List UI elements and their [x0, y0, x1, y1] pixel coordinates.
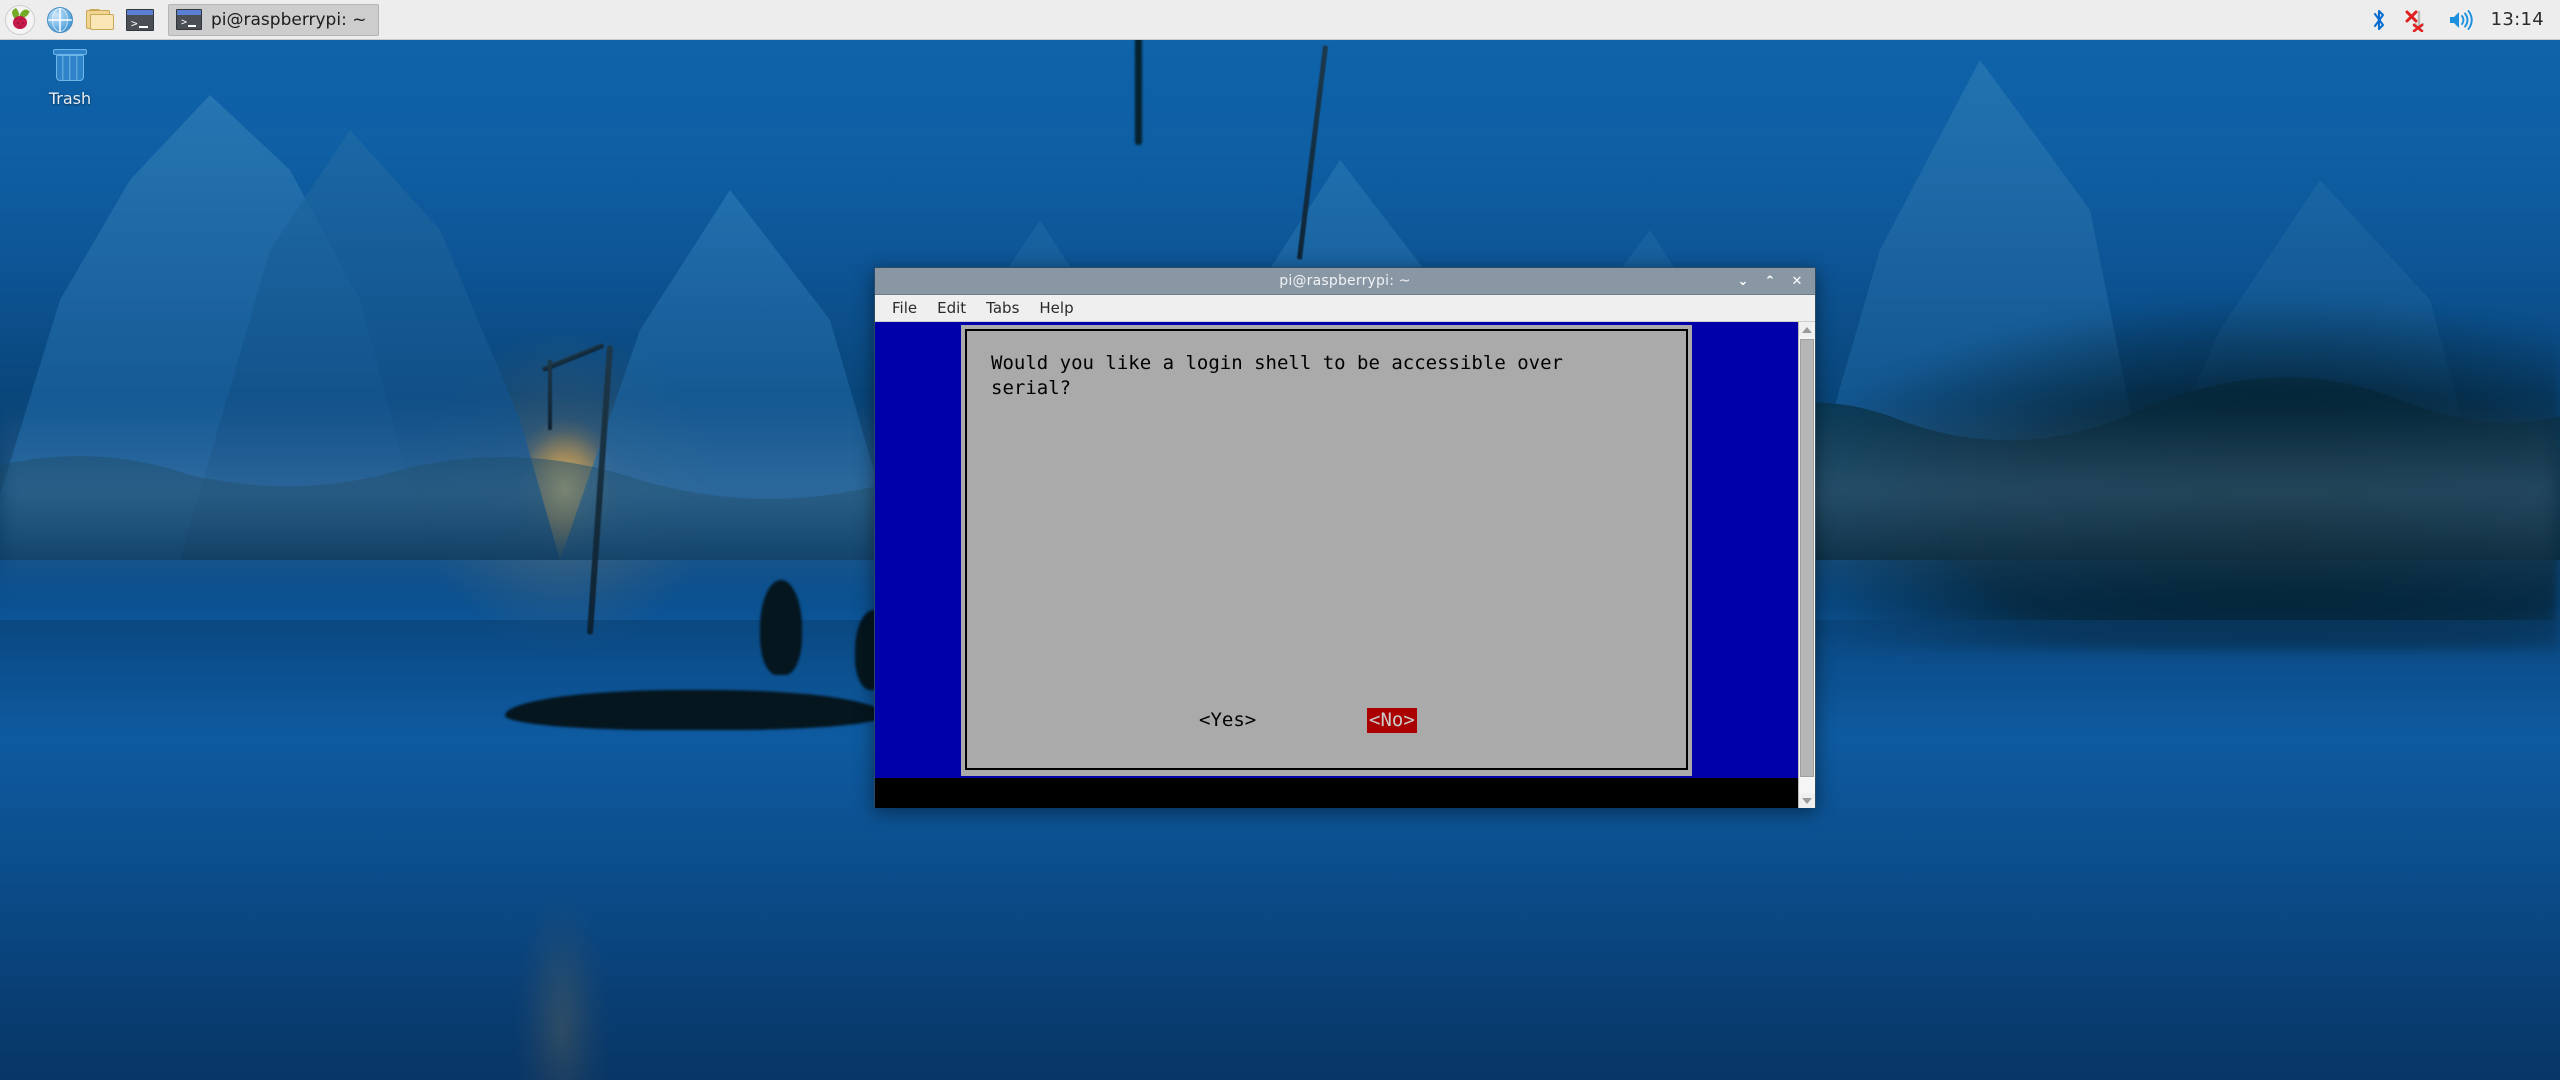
window-controls: ⌄ ⌃ ✕: [1736, 274, 1815, 288]
fisherman-silhouette: [1135, 35, 1142, 145]
close-icon[interactable]: ✕: [1790, 274, 1804, 288]
terminal-icon: >: [176, 9, 202, 30]
menu-tabs[interactable]: Tabs: [977, 296, 1028, 320]
dialog-message: Would you like a login shell to be acces…: [991, 352, 1563, 399]
scrollbar-track[interactable]: [1799, 337, 1815, 793]
lantern-hanger: [548, 360, 552, 430]
network-disconnected-icon[interactable]: [2405, 0, 2431, 39]
folder-icon: [86, 8, 114, 31]
no-button[interactable]: <No>: [1367, 708, 1417, 733]
dialog-buttons: <Yes> <No>: [967, 708, 1686, 734]
scrollbar-thumb[interactable]: [1800, 339, 1814, 777]
bird-silhouette: [760, 580, 802, 675]
menu-help[interactable]: Help: [1030, 296, 1082, 320]
yes-button[interactable]: <Yes>: [1197, 708, 1258, 733]
raspberry-icon: [5, 4, 35, 35]
menu-edit[interactable]: Edit: [928, 296, 975, 320]
dialog-frame: Would you like a login shell to be acces…: [965, 329, 1688, 770]
web-browser-button[interactable]: [41, 1, 79, 39]
bluetooth-icon[interactable]: [2369, 0, 2389, 39]
scroll-down-icon[interactable]: [1799, 793, 1815, 808]
taskbar-task-label: pi@raspberrypi: ~: [211, 9, 367, 30]
window-menubar: File Edit Tabs Help: [875, 295, 1815, 322]
terminal-bottom-row: [875, 778, 1798, 808]
terminal-scrollbar[interactable]: [1798, 322, 1815, 808]
maximize-icon[interactable]: ⌃: [1763, 274, 1777, 288]
menu-file[interactable]: File: [883, 296, 926, 320]
volume-icon[interactable]: [2447, 0, 2475, 39]
globe-icon: [47, 6, 73, 33]
terminal-body: Would you like a login shell to be acces…: [875, 322, 1815, 808]
menu-button[interactable]: [1, 1, 39, 39]
system-tray: 13:14: [2369, 0, 2560, 39]
whiptail-dialog: Would you like a login shell to be acces…: [961, 325, 1692, 776]
boat-silhouette: [505, 690, 885, 730]
terminal-icon: >: [126, 8, 154, 31]
desktop-icon-trash[interactable]: Trash: [22, 45, 118, 108]
terminal-button[interactable]: >: [121, 1, 159, 39]
trash-body: [56, 55, 84, 81]
taskbar-task-terminal[interactable]: > pi@raspberrypi: ~: [168, 3, 380, 36]
clock[interactable]: 13:14: [2491, 9, 2544, 30]
scroll-up-icon[interactable]: [1799, 322, 1815, 337]
taskbar-launchers: > > pi@raspberrypi: ~: [0, 0, 380, 39]
trash-icon: [50, 45, 90, 85]
file-manager-button[interactable]: [81, 1, 119, 39]
terminal-window[interactable]: pi@raspberrypi: ~ ⌄ ⌃ ✕ File Edit Tabs H…: [874, 267, 1816, 808]
window-title: pi@raspberrypi: ~: [1279, 273, 1411, 289]
terminal-screen[interactable]: Would you like a login shell to be acces…: [875, 322, 1798, 808]
window-titlebar[interactable]: pi@raspberrypi: ~ ⌄ ⌃ ✕: [875, 268, 1815, 295]
taskbar: > > pi@raspberrypi: ~ 13:14: [0, 0, 2560, 40]
desktop-icon-label: Trash: [48, 89, 92, 108]
minimize-icon[interactable]: ⌄: [1736, 274, 1750, 288]
